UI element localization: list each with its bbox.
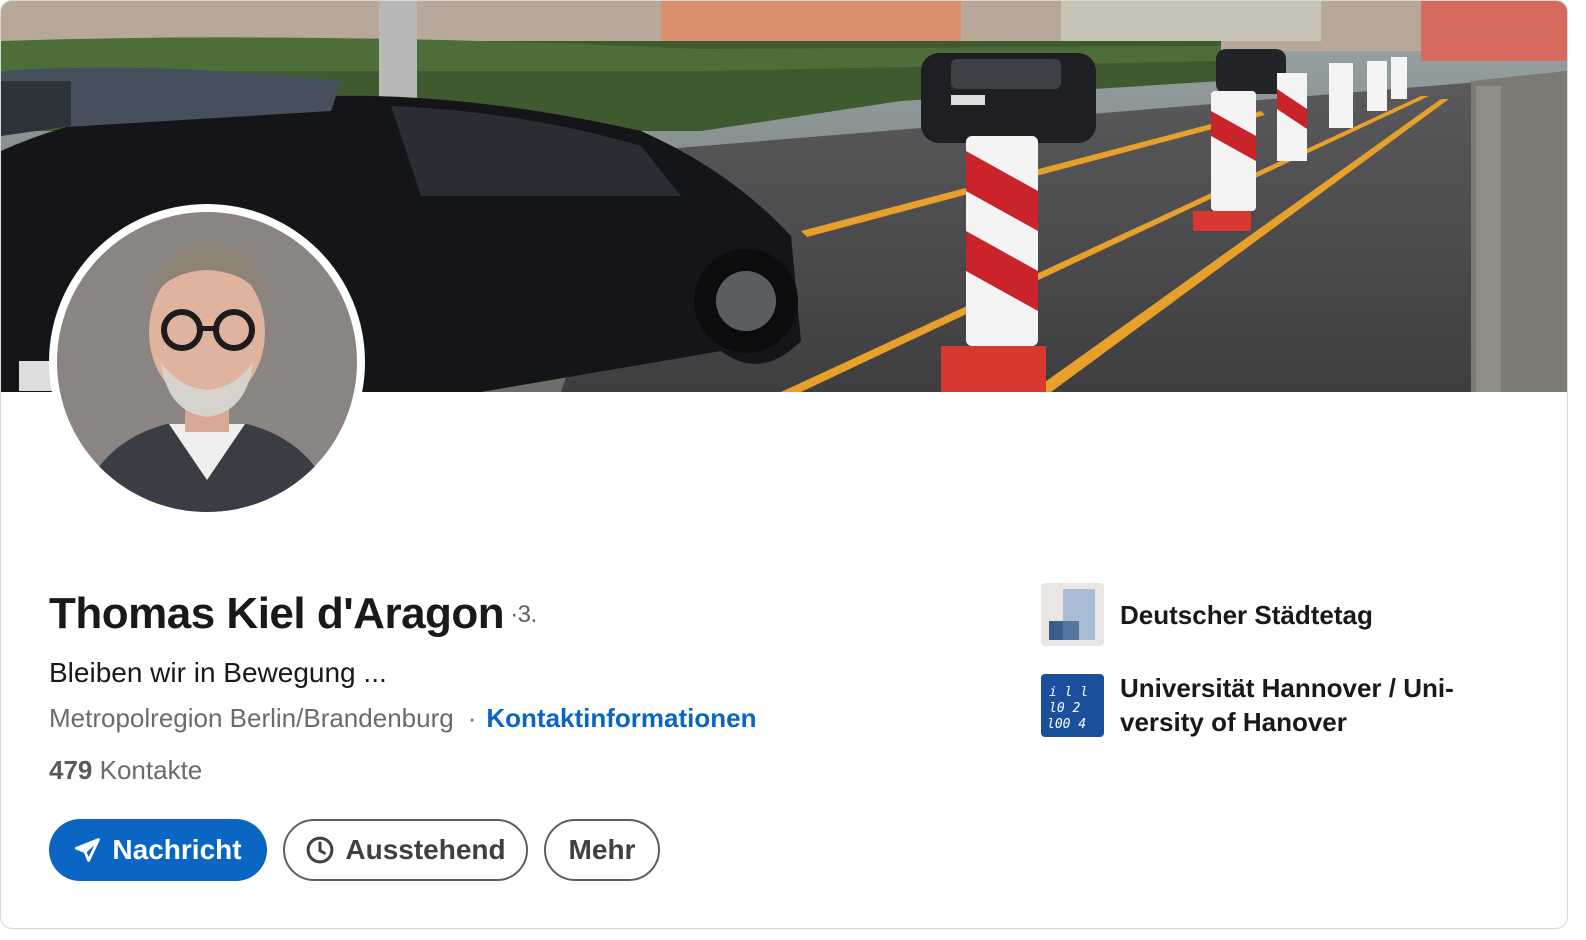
- separator-dot: ·: [467, 703, 477, 733]
- profile-name-row: Thomas Kiel d'Aragon ·3.: [49, 589, 537, 639]
- svg-text:l00 4: l00 4: [1047, 717, 1086, 732]
- connections-label: Kontakte: [99, 755, 203, 785]
- more-button-label: Mehr: [568, 834, 636, 865]
- message-button[interactable]: Nachricht: [49, 819, 267, 881]
- pending-button-label: Ausstehend: [345, 834, 506, 865]
- contact-info-link[interactable]: Kontaktinformationen: [486, 703, 756, 733]
- location-row: Metropolregion Berlin/Brandenburg · Kontak…: [49, 703, 756, 734]
- profile-photo-frame: [49, 204, 365, 520]
- avatar[interactable]: [57, 212, 357, 512]
- svg-text:l0 2: l0 2: [1049, 701, 1080, 716]
- connections-count[interactable]: 479 Kontakte: [49, 755, 202, 786]
- pending-button[interactable]: Ausstehend: [283, 819, 528, 881]
- connection-degree: ·3.: [510, 601, 537, 628]
- message-button-label: Nachricht: [112, 834, 242, 865]
- location-text: Metropolregion Berlin/Brandenburg: [49, 703, 454, 733]
- profile-portrait: [57, 212, 357, 512]
- organization-name: Deutscher Städtetag: [1120, 599, 1373, 630]
- connections-number: 479: [49, 755, 93, 785]
- clock-icon: [305, 835, 335, 865]
- organization-uni-hannover[interactable]: i l l l0 2 l00 4 Universität Hannover / Un…: [1041, 671, 1500, 739]
- profile-name: Thomas Kiel d'Aragon: [49, 589, 505, 638]
- more-button[interactable]: Mehr: [544, 819, 660, 881]
- send-icon: [74, 836, 102, 864]
- profile-card: Thomas Kiel d'Aragon ·3. Bleiben wir in B…: [0, 0, 1568, 929]
- organization-staedtetag[interactable]: Deutscher Städtetag: [1041, 583, 1500, 646]
- organization-name: Universität Hannover / Uni-versity of Ha…: [1120, 673, 1454, 737]
- svg-text:i l l: i l l: [1049, 685, 1088, 700]
- staedtetag-logo: [1041, 583, 1104, 646]
- profile-headline: Bleiben wir in Bewegung ...: [49, 657, 387, 688]
- uni-hannover-logo: i l l l0 2 l00 4: [1041, 673, 1104, 737]
